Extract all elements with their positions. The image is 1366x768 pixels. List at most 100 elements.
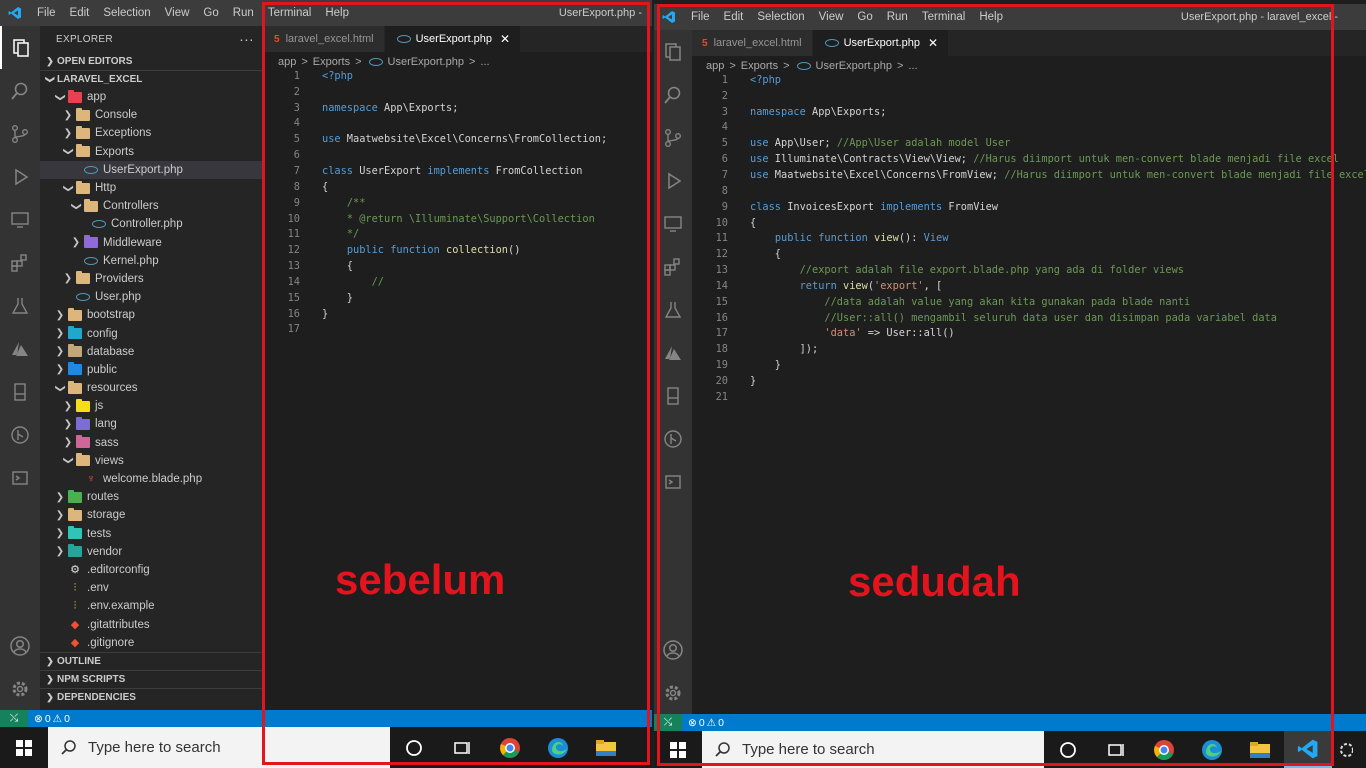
menu-item-file[interactable]: File [684, 11, 717, 23]
extensions-icon[interactable] [0, 241, 40, 284]
task-view-icon[interactable] [1092, 731, 1140, 768]
explorer-icon[interactable] [0, 26, 40, 69]
menu-item-edit[interactable]: Edit [63, 7, 97, 19]
explorer-icon[interactable] [654, 30, 692, 73]
tree-item-exports[interactable]: ❯ Exports [40, 143, 264, 161]
source-control-icon[interactable] [0, 112, 40, 155]
breadcrumb-item[interactable]: Exports [313, 56, 350, 68]
tree-item-lang[interactable]: ❯ lang [40, 415, 264, 433]
npm-scripts-section[interactable]: ❯ NPM SCRIPTS [40, 670, 264, 688]
open-editors-section[interactable]: ❯ OPEN EDITORS [40, 52, 264, 70]
problems-indicator[interactable]: ⊗ 0 ⚠ 0 [28, 713, 70, 725]
menu-item-terminal[interactable]: Terminal [261, 7, 318, 19]
chrome-icon[interactable] [486, 727, 534, 768]
tree-item-public[interactable]: ❯ public [40, 361, 264, 379]
edge-icon[interactable] [1188, 731, 1236, 768]
tree-item-storage[interactable]: ❯ storage [40, 506, 264, 524]
menu-item-selection[interactable]: Selection [96, 7, 157, 19]
outline-section[interactable]: ❯ OUTLINE [40, 652, 264, 670]
editor-tab[interactable]: 5 laravel_excel.html [264, 26, 385, 52]
tree-item-resources[interactable]: ❯ resources [40, 379, 264, 397]
git-graph-icon[interactable] [654, 417, 692, 460]
file-explorer-icon[interactable] [582, 727, 630, 768]
remote-indicator-icon[interactable]: ⤯ [654, 714, 682, 731]
menu-item-file[interactable]: File [30, 7, 63, 19]
tree-item-editorconfig[interactable]: ⚙ .editorconfig [40, 561, 264, 579]
menu-item-help[interactable]: Help [318, 7, 356, 19]
editor-tab[interactable]: UserExport.php ✕ [812, 30, 950, 56]
remote-explorer-icon[interactable] [654, 202, 692, 245]
tree-item-sass[interactable]: ❯ sass [40, 434, 264, 452]
tree-item-welcome-blade-php[interactable]: ♆ welcome.blade.php [40, 470, 264, 488]
tree-item-http[interactable]: ❯ Http [40, 179, 264, 197]
editor-tab[interactable]: 5 laravel_excel.html [692, 30, 813, 56]
editor-tab[interactable]: UserExport.php ✕ [384, 26, 522, 52]
breadcrumb-item[interactable]: UserExport.php [816, 60, 892, 72]
testing-flask-icon[interactable] [0, 284, 40, 327]
taskbar-search[interactable]: Type here to search [48, 727, 390, 768]
tree-item-controllers[interactable]: ❯ Controllers [40, 197, 264, 215]
close-tab-icon[interactable]: ✕ [928, 36, 938, 50]
menu-item-run[interactable]: Run [226, 7, 261, 19]
tree-item-views[interactable]: ❯ views [40, 452, 264, 470]
breadcrumb-item[interactable]: UserExport.php [388, 56, 464, 68]
accounts-icon[interactable] [654, 628, 692, 671]
breadcrumb-item[interactable]: app [278, 56, 296, 68]
tree-item-user-php[interactable]: User.php [40, 288, 264, 306]
tree-item-gitattributes[interactable]: ◆ .gitattributes [40, 615, 264, 633]
source-control-icon[interactable] [654, 116, 692, 159]
cortana-icon[interactable] [1044, 731, 1092, 768]
problems-indicator[interactable]: ⊗ 0 ⚠ 0 [682, 717, 724, 729]
menu-item-view[interactable]: View [812, 11, 851, 23]
search-icon[interactable] [654, 73, 692, 116]
breadcrumb-item[interactable]: app [706, 60, 724, 72]
tree-item-gitignore[interactable]: ◆ .gitignore [40, 634, 264, 652]
dependencies-section[interactable]: ❯ DEPENDENCIES [40, 688, 264, 706]
project-section[interactable]: ❯ LARAVEL_EXCEL [40, 70, 264, 88]
tree-item-tests[interactable]: ❯ tests [40, 525, 264, 543]
terminal-icon[interactable] [0, 456, 40, 499]
left-code-area[interactable]: 1 <?php 2 3 namespace App\Exports; 4 5 use Maat… [264, 68, 652, 337]
taskbar-search[interactable]: Type here to search [702, 731, 1044, 768]
tree-item-userexport-php[interactable]: UserExport.php [40, 160, 264, 179]
tree-item-env-example[interactable]: ⫶ .env.example [40, 597, 264, 615]
run-debug-icon[interactable] [0, 155, 40, 198]
terminal-icon[interactable] [654, 460, 692, 503]
azure-icon[interactable] [0, 327, 40, 370]
tree-item-vendor[interactable]: ❯ vendor [40, 543, 264, 561]
tree-item-controller-php[interactable]: Controller.php [40, 215, 264, 233]
menu-item-view[interactable]: View [158, 7, 197, 19]
tree-item-console[interactable]: ❯ Console [40, 106, 264, 124]
tree-item-providers[interactable]: ❯ Providers [40, 270, 264, 288]
manage-gear-icon[interactable] [0, 667, 40, 710]
right-code-area[interactable]: 1 <?php 2 3 namespace App\Exports; 4 5 use App\… [692, 72, 1366, 405]
database-icon[interactable] [654, 374, 692, 417]
start-button[interactable] [0, 727, 48, 768]
tree-item-routes[interactable]: ❯ routes [40, 488, 264, 506]
extensions-icon[interactable] [654, 245, 692, 288]
tree-item-bootstrap[interactable]: ❯ bootstrap [40, 306, 264, 324]
tree-item-config[interactable]: ❯ config [40, 324, 264, 342]
accounts-icon[interactable] [0, 624, 40, 667]
tree-item-kernel-php[interactable]: Kernel.php [40, 252, 264, 270]
explorer-more-button[interactable]: ··· [239, 31, 254, 47]
menu-item-edit[interactable]: Edit [717, 11, 751, 23]
database-icon[interactable] [0, 370, 40, 413]
breadcrumb-item[interactable]: Exports [741, 60, 778, 72]
menu-item-terminal[interactable]: Terminal [915, 11, 972, 23]
tree-item-js[interactable]: ❯ js [40, 397, 264, 415]
menu-item-go[interactable]: Go [850, 11, 879, 23]
tree-item-app[interactable]: ❯ app [40, 88, 264, 106]
menu-item-help[interactable]: Help [972, 11, 1010, 23]
run-debug-icon[interactable] [654, 159, 692, 202]
tree-item-exceptions[interactable]: ❯ Exceptions [40, 124, 264, 142]
start-button[interactable] [654, 731, 702, 768]
file-explorer-icon[interactable] [1236, 731, 1284, 768]
manage-gear-icon[interactable] [654, 671, 692, 714]
task-view-icon[interactable] [438, 727, 486, 768]
git-graph-icon[interactable] [0, 413, 40, 456]
partial-app-icon[interactable] [1332, 731, 1356, 768]
menu-item-selection[interactable]: Selection [750, 11, 811, 23]
edge-icon[interactable] [534, 727, 582, 768]
breadcrumb-item[interactable]: ... [480, 56, 489, 68]
